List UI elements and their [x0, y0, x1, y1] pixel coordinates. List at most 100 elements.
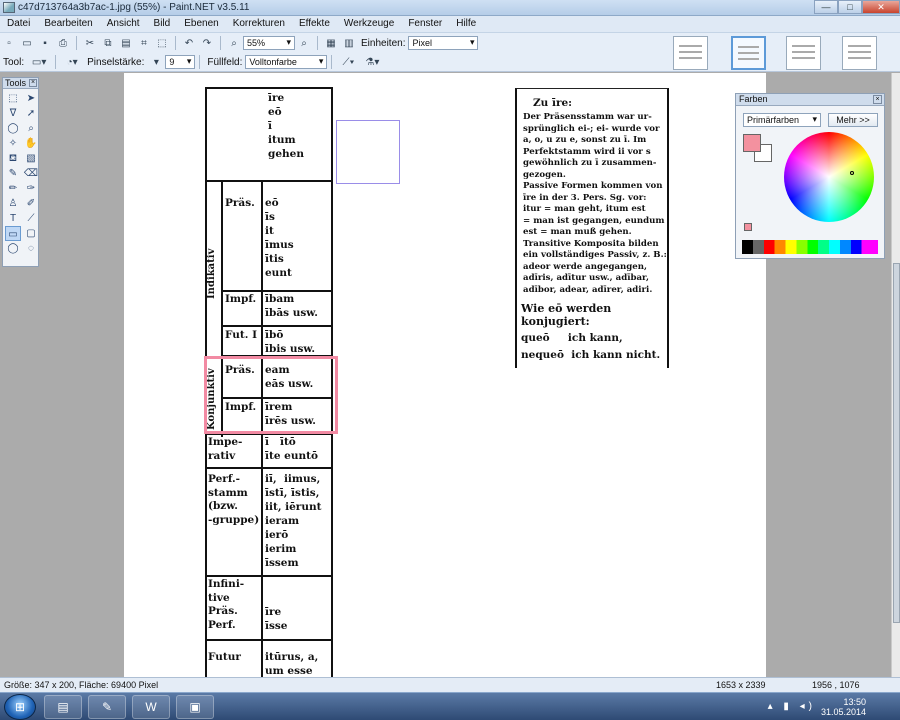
color-mode-select[interactable]: Primärfarben	[743, 113, 821, 127]
colors-panel-header[interactable]: Farben ×	[736, 94, 884, 106]
paintbrush-icon[interactable]: ✎	[5, 166, 21, 181]
new-file-icon[interactable]: ▫	[2, 37, 16, 50]
close-colors-icon[interactable]: ×	[873, 95, 882, 104]
explorer-taskbar-icon[interactable]: ▤	[44, 695, 82, 719]
magic-wand-icon[interactable]: ✧	[5, 136, 21, 151]
fill-label: Füllfeld:	[207, 56, 243, 68]
pencil-icon[interactable]: ✏	[5, 181, 21, 196]
clone-stamp-icon[interactable]: ♙	[5, 196, 21, 211]
paint-bucket-icon[interactable]: ⛾	[5, 151, 21, 166]
print-icon[interactable]: ⎙	[56, 37, 70, 50]
system-tray-icons[interactable]: ▴ ▮ ◂)	[768, 701, 816, 712]
color-wheel[interactable]	[784, 132, 874, 222]
zoom-select[interactable]: 55%	[243, 36, 295, 50]
brush-minus-icon[interactable]: ▾	[149, 56, 163, 69]
form-cell: ī ītō	[265, 436, 296, 448]
form-cell: ībam	[265, 293, 295, 305]
rectangle-tool-icon[interactable]: ▭	[5, 226, 21, 241]
crop-icon[interactable]: ⌗	[137, 37, 151, 50]
top-cell-line: eō	[268, 106, 282, 118]
ellipse-select-icon[interactable]: ◯	[5, 121, 21, 136]
form-cell: īsse	[265, 620, 288, 632]
move-selection-icon[interactable]: ➤	[23, 91, 39, 106]
document-canvas[interactable]: īre eō ī itum gehen Indikativ Konjunktiv…	[124, 73, 766, 677]
tool-select-icon[interactable]: ▭▾	[29, 56, 49, 69]
paintnet-taskbar-icon[interactable]: ✎	[88, 695, 126, 719]
image-thumbnail[interactable]	[786, 36, 821, 70]
paste-icon[interactable]: ▤	[119, 37, 133, 50]
scrollbar-thumb[interactable]	[893, 263, 900, 623]
image-thumbnail[interactable]	[842, 36, 877, 70]
rounded-rectangle-icon[interactable]: ▢	[23, 226, 39, 241]
word-taskbar-icon[interactable]: W	[132, 695, 170, 719]
menu-korrekturen[interactable]: Korrekturen	[226, 16, 292, 32]
color-picker-icon[interactable]: ✑	[23, 181, 39, 196]
rectangle-select-icon[interactable]: ⬚	[5, 91, 21, 106]
notes-subheading: Wie eō werden konjugiert:	[521, 302, 612, 328]
image-thumbnail[interactable]	[673, 36, 708, 70]
zoom-in-icon[interactable]: ⌕	[297, 37, 311, 50]
rulers-icon[interactable]: ▥	[342, 37, 356, 50]
primary-color-swatch[interactable]	[743, 134, 761, 152]
image-thumbnail-active[interactable]	[731, 36, 766, 70]
antialiasing-icon[interactable]: ⟋▾	[338, 56, 358, 69]
zoom-tool-icon[interactable]: ⌕	[23, 121, 39, 136]
redo-icon[interactable]: ↷	[200, 37, 214, 50]
form-cell: īte euntō	[265, 450, 318, 462]
freeform-shape-icon[interactable]: ◌	[23, 241, 39, 256]
selection-rectangle[interactable]	[204, 356, 338, 434]
draw-shape-type-icon[interactable]: ◔▾	[62, 56, 82, 69]
maximize-button[interactable]: □	[838, 0, 862, 14]
deselect-icon[interactable]: ⬚	[155, 37, 169, 50]
lasso-select-icon[interactable]: ᐁ	[5, 106, 21, 121]
clock[interactable]: 13:50 31.05.2014	[821, 697, 866, 717]
recolor-icon[interactable]: ✐	[23, 196, 39, 211]
title-bar: c47d713764a3b7ac-1.jpg (55%) - Paint.NET…	[0, 0, 900, 16]
move-selected-icon[interactable]: ➚	[23, 106, 39, 121]
gradient-icon[interactable]: ▧	[23, 151, 39, 166]
menu-ebenen[interactable]: Ebenen	[177, 16, 225, 32]
notes-examples: queō ich kann, nequeō ich kann nicht.	[521, 332, 661, 361]
ellipse-tool-icon[interactable]: ◯	[5, 241, 21, 256]
more-colors-button[interactable]: Mehr >>	[828, 113, 878, 127]
grid-icon[interactable]: ▦	[324, 37, 338, 50]
menu-ansicht[interactable]: Ansicht	[100, 16, 147, 32]
app-taskbar-icon[interactable]: ▣	[176, 695, 214, 719]
menu-bearbeiten[interactable]: Bearbeiten	[37, 16, 99, 32]
pan-icon[interactable]: ✋	[23, 136, 39, 151]
menu-datei[interactable]: Datei	[0, 16, 37, 32]
blend-mode-icon[interactable]: ⚗▾	[362, 56, 382, 69]
form-cell: īssem	[265, 557, 299, 569]
zoom-icon[interactable]: ⌕	[227, 37, 241, 50]
start-button[interactable]: ⊞	[4, 694, 36, 720]
menu-effekte[interactable]: Effekte	[292, 16, 337, 32]
line-curve-icon[interactable]: ⟋	[23, 211, 39, 226]
toolbar-separator	[76, 36, 77, 50]
menu-hilfe[interactable]: Hilfe	[449, 16, 483, 32]
copy-icon[interactable]: ⧉	[101, 37, 115, 50]
toolbar-separator	[199, 55, 201, 69]
brush-width-select[interactable]: 9	[165, 55, 196, 69]
menu-bild[interactable]: Bild	[147, 16, 178, 32]
text-icon[interactable]: T	[5, 211, 21, 226]
open-file-icon[interactable]: ▭	[20, 37, 34, 50]
row-label: Fut. I	[225, 329, 257, 341]
eraser-icon[interactable]: ⌫	[23, 166, 39, 181]
cut-icon[interactable]: ✂	[83, 37, 97, 50]
menu-werkzeuge[interactable]: Werkzeuge	[337, 16, 401, 32]
toolbar-separator	[317, 36, 318, 50]
undo-icon[interactable]: ↶	[182, 37, 196, 50]
units-select[interactable]: Pixel	[408, 36, 479, 50]
close-tools-icon[interactable]: ×	[29, 79, 37, 87]
minimize-button[interactable]: —	[814, 0, 838, 14]
vertical-scrollbar[interactable]	[891, 73, 900, 677]
small-color-swatch[interactable]	[744, 223, 752, 231]
tools-panel-header[interactable]: Tools ×	[3, 78, 38, 89]
save-icon[interactable]: ▪	[38, 37, 52, 50]
close-button[interactable]: ✕	[862, 0, 900, 14]
form-cell: ītis	[265, 253, 284, 265]
fill-select[interactable]: Volltonfarbe	[245, 55, 328, 69]
color-palette[interactable]	[742, 240, 878, 254]
menu-fenster[interactable]: Fenster	[401, 16, 449, 32]
form-cell: iit, iērunt	[265, 501, 322, 513]
